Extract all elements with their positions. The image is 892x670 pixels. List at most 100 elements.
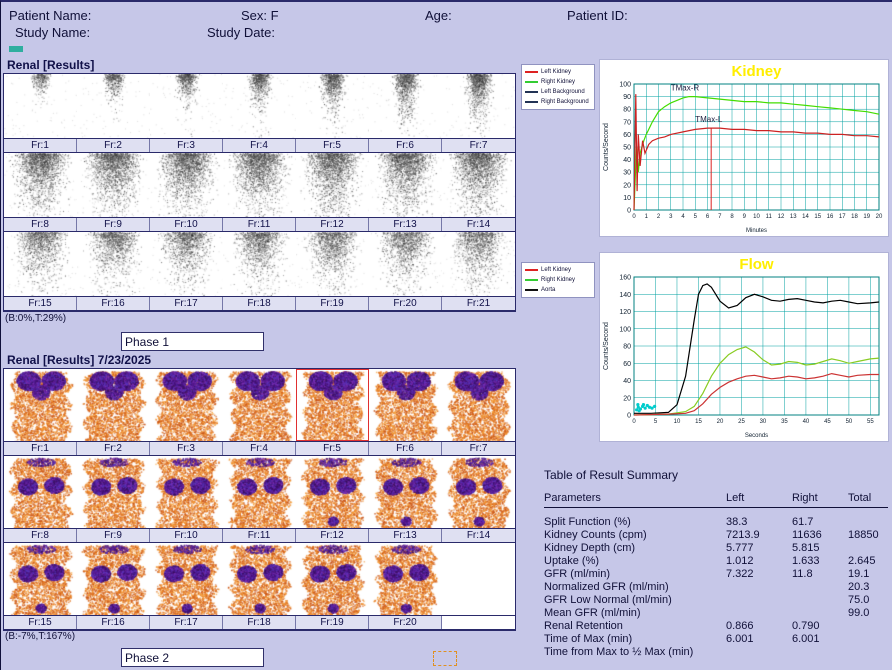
frame-image[interactable] [150, 456, 223, 528]
phase1-frame-grid: Fr:1Fr:2Fr:3Fr:4Fr:5Fr:6Fr:7Fr:8Fr:9Fr:1… [3, 73, 516, 312]
frame-label: Fr:12 [296, 529, 369, 542]
scintigram-frame [77, 74, 150, 138]
frame-image[interactable] [369, 543, 442, 615]
frame-image[interactable] [296, 543, 369, 615]
frame-image[interactable] [150, 232, 223, 296]
frame-label: Fr:17 [150, 297, 223, 310]
table-cell: 1.012 [726, 555, 792, 568]
frame-image[interactable] [223, 232, 296, 296]
frame-image[interactable] [4, 153, 77, 217]
svg-text:Minutes: Minutes [746, 228, 767, 234]
svg-text:3: 3 [669, 214, 673, 220]
frame-image[interactable] [4, 369, 77, 441]
phase1-caption-input[interactable] [121, 332, 264, 351]
table-row: Uptake (%)1.0121.6332.645 [544, 555, 888, 568]
table-cell [848, 633, 888, 646]
svg-text:Counts/Second: Counts/Second [603, 123, 610, 171]
svg-text:40: 40 [623, 157, 631, 164]
frame-image[interactable] [150, 369, 223, 441]
frame-label: Fr:1 [4, 139, 77, 152]
frame-image[interactable] [77, 232, 150, 296]
frame-label: Fr:2 [77, 139, 150, 152]
frame-image[interactable] [4, 232, 77, 296]
table-cell: 75.0 [848, 594, 888, 607]
frame-label: Fr:3 [150, 442, 223, 455]
frame-image[interactable] [77, 74, 150, 138]
frame-image[interactable] [442, 369, 515, 441]
svg-text:16: 16 [827, 214, 834, 220]
svg-text:17: 17 [839, 214, 846, 220]
table-column-header: Total [848, 490, 888, 508]
frame-image[interactable] [77, 153, 150, 217]
frame-image[interactable] [77, 543, 150, 615]
frame-label: Fr:14 [442, 529, 515, 542]
frame-image[interactable] [296, 369, 369, 441]
frame-image[interactable] [223, 369, 296, 441]
table-cell: Normalized GFR (ml/min) [544, 581, 726, 594]
scintigram-frame [442, 232, 515, 296]
svg-text:50: 50 [846, 419, 853, 425]
svg-text:19: 19 [863, 214, 870, 220]
frame-image[interactable] [442, 232, 515, 296]
table-row: Kidney Counts (cpm)7213.91163618850 [544, 529, 888, 542]
scintigram-frame [77, 369, 150, 441]
frame-image[interactable] [442, 456, 515, 528]
frame-image[interactable] [369, 369, 442, 441]
study-date-label: Study Date: [207, 25, 275, 40]
legend-label: Aorta [541, 287, 555, 293]
svg-text:40: 40 [803, 419, 810, 425]
frame-label: Fr:15 [4, 616, 77, 629]
scintigram-frame [77, 153, 150, 217]
frame-image[interactable] [369, 232, 442, 296]
frame-image[interactable] [150, 74, 223, 138]
frame-image[interactable] [4, 456, 77, 528]
frame-image[interactable] [223, 543, 296, 615]
scintigram-frame [223, 153, 296, 217]
frame-label: Fr:21 [442, 297, 515, 310]
frame-image[interactable] [369, 153, 442, 217]
table-row: Time from Max to ½ Max (min) [544, 646, 888, 659]
svg-text:Seconds: Seconds [745, 433, 768, 439]
legend-label: Left Kidney [541, 267, 571, 273]
scintigram-frame [442, 153, 515, 217]
frame-image[interactable] [442, 74, 515, 138]
svg-text:160: 160 [619, 275, 631, 282]
flow-chart-legend: Left KidneyRight KidneyAorta [521, 262, 595, 298]
svg-text:100: 100 [619, 82, 631, 89]
scintigram-frame [296, 153, 369, 217]
table-cell: 20.3 [848, 581, 888, 594]
frame-image[interactable] [77, 456, 150, 528]
frame-image[interactable] [4, 74, 77, 138]
table-cell: 5.777 [726, 542, 792, 555]
frame-image[interactable] [150, 543, 223, 615]
frame-image[interactable] [442, 153, 515, 217]
frame-image[interactable] [296, 232, 369, 296]
scintigram-frame [223, 369, 296, 441]
frame-image[interactable] [223, 74, 296, 138]
frame-label: Fr:13 [369, 529, 442, 542]
frame-label: Fr:20 [369, 616, 442, 629]
frame-label: Fr:19 [296, 616, 369, 629]
study-name-label: Study Name: [15, 25, 90, 40]
phase2-caption-input[interactable] [121, 648, 264, 667]
frame-image[interactable] [296, 456, 369, 528]
frame-label: Fr:4 [223, 139, 296, 152]
frame-image[interactable] [77, 369, 150, 441]
svg-text:Flow: Flow [739, 256, 773, 273]
legend-label: Right Background [541, 99, 589, 105]
frame-image[interactable] [369, 456, 442, 528]
frame-image[interactable] [296, 74, 369, 138]
frame-image[interactable] [4, 543, 77, 615]
legend-swatch [525, 91, 538, 93]
scintigram-frame [223, 456, 296, 528]
frame-image[interactable] [296, 153, 369, 217]
svg-text:TMax-R: TMax-R [671, 83, 700, 92]
svg-text:35: 35 [781, 419, 788, 425]
frame-image[interactable] [223, 456, 296, 528]
frame-image[interactable] [369, 74, 442, 138]
frame-label: Fr:5 [296, 139, 369, 152]
scintigram-frame [296, 543, 369, 615]
frame-image[interactable] [150, 153, 223, 217]
frame-image[interactable] [223, 153, 296, 217]
frame-label: Fr:13 [369, 218, 442, 231]
